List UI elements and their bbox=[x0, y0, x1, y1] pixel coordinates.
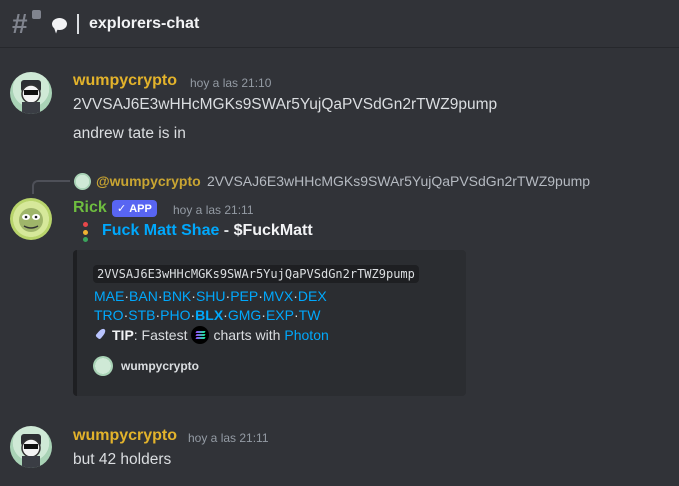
footer-avatar bbox=[93, 356, 113, 376]
speech-bubble-icon bbox=[52, 17, 67, 30]
avatar-wumpycrypto[interactable] bbox=[10, 72, 52, 114]
message-line: andrew tate is in bbox=[73, 125, 186, 142]
link-shu[interactable]: SHU bbox=[196, 288, 226, 304]
link-pep[interactable]: PEP bbox=[230, 288, 258, 304]
tip-text: : Fastest bbox=[133, 327, 188, 343]
footer-text: wumpycrypto bbox=[121, 359, 200, 373]
rocket-icon bbox=[94, 328, 108, 342]
link-pho[interactable]: PHO bbox=[160, 307, 190, 323]
reply-author[interactable]: @wumpycrypto bbox=[96, 173, 201, 189]
link-tro[interactable]: TRO bbox=[94, 307, 124, 323]
message-author[interactable]: Rick bbox=[73, 199, 107, 217]
app-badge-label: APP bbox=[129, 202, 152, 215]
tip-line: TIP: Fastest charts with Photon bbox=[94, 326, 329, 344]
embed-footer: wumpycrypto bbox=[93, 356, 199, 376]
message-line: but 42 holders bbox=[73, 451, 172, 468]
reply-connector bbox=[32, 180, 70, 194]
link-blx[interactable]: BLX bbox=[195, 307, 223, 323]
trading-links-row-2: TRO·STB·PHO·BLX·GMG·EXP·TW bbox=[94, 307, 321, 323]
avatar-rick[interactable] bbox=[10, 198, 52, 240]
message-author[interactable]: wumpycrypto bbox=[73, 72, 177, 90]
link-ban[interactable]: BAN bbox=[129, 288, 158, 304]
channel-header: # explorers-chat bbox=[0, 0, 679, 48]
link-tw[interactable]: TW bbox=[299, 307, 321, 323]
token-ticker: $FuckMatt bbox=[233, 222, 313, 239]
headline-separator: - bbox=[219, 222, 234, 239]
contract-address-code[interactable]: 2VVSAJ6E3wHHcMGKs9SWAr5YujQaPVSdGn2rTWZ9… bbox=[93, 265, 419, 283]
link-mvx[interactable]: MVX bbox=[263, 288, 293, 304]
message-timestamp: hoy a las 21:11 bbox=[188, 431, 269, 445]
message-line: 2VVSAJ6E3wHHcMGKs9SWAr5YujQaPVSdGn2rTWZ9… bbox=[73, 96, 498, 113]
traffic-light-icon bbox=[83, 222, 89, 242]
tip-label: TIP bbox=[112, 327, 134, 343]
link-bnk[interactable]: BNK bbox=[162, 288, 191, 304]
link-exp[interactable]: EXP bbox=[266, 307, 294, 323]
photon-link[interactable]: Photon bbox=[284, 327, 328, 343]
channel-hash-icon: # bbox=[12, 9, 41, 37]
message-timestamp: hoy a las 21:11 bbox=[173, 203, 254, 217]
avatar-wumpycrypto[interactable] bbox=[10, 426, 52, 468]
token-name-link[interactable]: Fuck Matt Shae bbox=[102, 222, 219, 239]
app-badge: ✓ APP bbox=[112, 200, 157, 217]
trading-links-row-1: MAE·BAN·BNK·SHU·PEP·MVX·DEX bbox=[94, 288, 327, 304]
tip-text-2: charts with bbox=[213, 327, 281, 343]
token-headline: Fuck Matt Shae - $FuckMatt bbox=[102, 222, 313, 240]
reply-avatar[interactable] bbox=[74, 173, 91, 190]
token-embed: 2VVSAJ6E3wHHcMGKs9SWAr5YujQaPVSdGn2rTWZ9… bbox=[73, 250, 466, 396]
message-author[interactable]: wumpycrypto bbox=[73, 427, 177, 445]
message-timestamp: hoy a las 21:10 bbox=[190, 76, 272, 90]
channel-name: explorers-chat bbox=[89, 14, 200, 32]
link-mae[interactable]: MAE bbox=[94, 288, 124, 304]
link-stb[interactable]: STB bbox=[128, 307, 155, 323]
solana-icon bbox=[191, 326, 210, 344]
checkmark-icon: ✓ bbox=[117, 203, 127, 215]
link-gmg[interactable]: GMG bbox=[228, 307, 261, 323]
header-divider bbox=[77, 13, 79, 34]
link-dex[interactable]: DEX bbox=[298, 288, 327, 304]
reply-preview[interactable]: 2VVSAJ6E3wHHcMGKs9SWAr5YujQaPVSdGn2rTWZ9… bbox=[207, 173, 590, 189]
